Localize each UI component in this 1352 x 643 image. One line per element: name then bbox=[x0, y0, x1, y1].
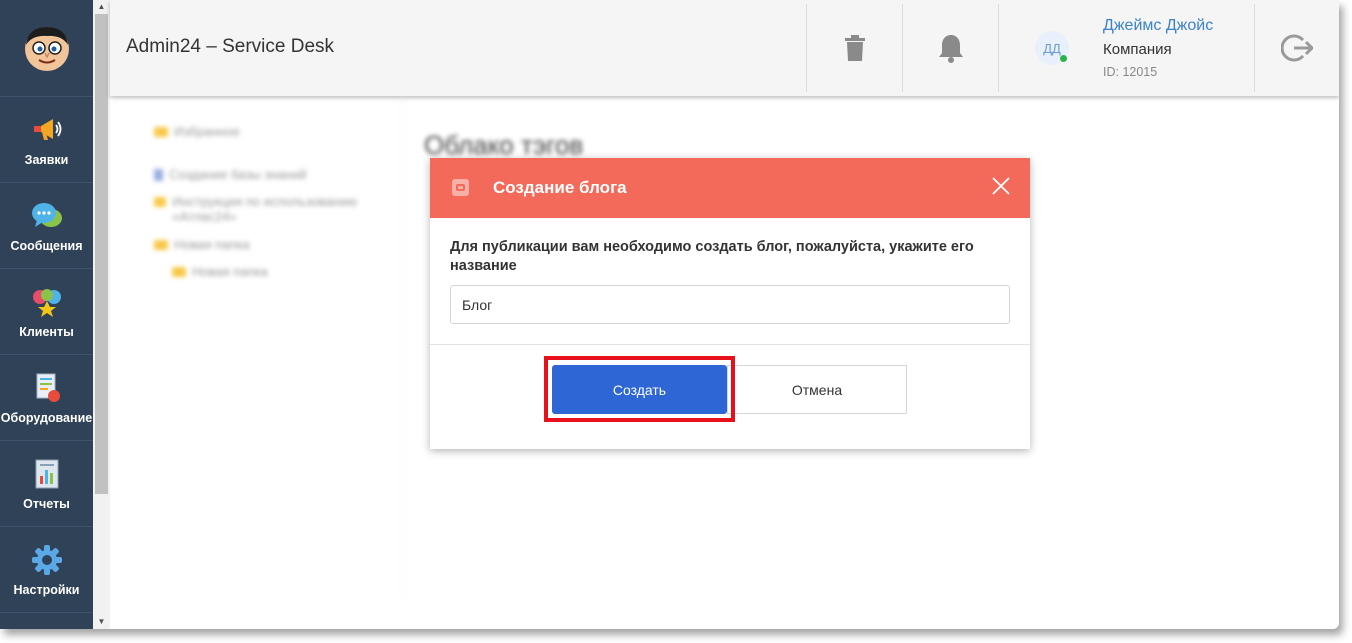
user-name-link[interactable]: Джеймс Джойс bbox=[1103, 17, 1213, 35]
tree-item-favorites[interactable]: Избранное bbox=[154, 124, 240, 139]
app-window: Заявки Сообщения Клиенты Оборудование От… bbox=[0, 0, 1339, 629]
sidebar-item-messages[interactable]: Сообщения bbox=[0, 183, 93, 269]
dialog-message: Для публикации вам необходимо создать бл… bbox=[450, 239, 974, 274]
tree-item-new-folder-sub[interactable]: Новая папка bbox=[172, 264, 268, 279]
sidebar-item-label: Сообщения bbox=[10, 238, 83, 253]
tree-item-label: Избранное bbox=[174, 124, 240, 139]
dialog-title: Создание блога bbox=[493, 178, 627, 197]
user-id: ID: 12015 bbox=[1103, 65, 1158, 79]
tree-item-label: Новая папка bbox=[192, 264, 268, 279]
user-profile[interactable]: ДД Джеймс Джойс Компания ID: 12015 bbox=[998, 4, 1255, 92]
clients-hearts-icon bbox=[30, 285, 64, 319]
folder-icon bbox=[172, 266, 186, 277]
notifications-button[interactable] bbox=[902, 4, 998, 92]
sidebar-item-reports[interactable]: Отчеты bbox=[0, 441, 93, 527]
sidebar: Заявки Сообщения Клиенты Оборудование От… bbox=[0, 0, 93, 629]
user-info: Джеймс Джойс Компания ID: 12015 bbox=[1103, 17, 1213, 79]
gear-icon bbox=[30, 543, 64, 577]
trash-icon bbox=[844, 35, 865, 61]
cancel-button[interactable]: Отмена bbox=[727, 365, 907, 414]
page-title: Admin24 – Service Desk bbox=[126, 36, 335, 57]
top-header: Admin24 – Service Desk ДД Джеймс Джойс К… bbox=[110, 0, 1339, 96]
scroll-down-arrow-icon[interactable]: ▼ bbox=[93, 615, 110, 629]
sidebar-item-settings[interactable]: Настройки bbox=[0, 527, 93, 613]
logout-icon bbox=[1281, 34, 1313, 62]
mascot-face-icon bbox=[24, 27, 69, 71]
logout-button[interactable] bbox=[1254, 4, 1339, 92]
sidebar-item-label: Клиенты bbox=[19, 324, 74, 339]
sidebar-item-label: Отчеты bbox=[23, 496, 70, 511]
tree-item-new-folder[interactable]: Новая папка bbox=[154, 237, 250, 252]
sidebar-item-label: Оборудование bbox=[0, 410, 93, 425]
folder-icon bbox=[154, 197, 167, 207]
sidebar-item-requests[interactable]: Заявки bbox=[0, 97, 93, 183]
tag-cloud-title: Облако тэгов bbox=[424, 130, 584, 160]
trash-button[interactable] bbox=[806, 4, 902, 92]
online-status-dot bbox=[1060, 55, 1067, 62]
vertical-scrollbar[interactable]: ▲ ▼ bbox=[93, 0, 110, 629]
avatar-initials: ДД bbox=[1043, 40, 1061, 56]
chat-bubbles-icon bbox=[30, 199, 64, 233]
scroll-up-arrow-icon[interactable]: ▲ bbox=[93, 0, 110, 14]
user-company: Компания bbox=[1103, 41, 1172, 58]
tree-item-label: Новая папка bbox=[174, 237, 250, 252]
close-icon[interactable] bbox=[990, 175, 1012, 197]
tree-item-kb[interactable]: Создание базы знаний bbox=[154, 167, 306, 182]
blogger-icon bbox=[452, 179, 469, 196]
bell-icon bbox=[938, 35, 963, 63]
scrollbar-thumb[interactable] bbox=[95, 14, 108, 494]
sidebar-item-clients[interactable]: Клиенты bbox=[0, 269, 93, 355]
sidebar-item-label: Заявки bbox=[24, 152, 69, 167]
equipment-list-icon bbox=[30, 371, 64, 405]
app-logo[interactable] bbox=[0, 0, 93, 97]
report-chart-icon bbox=[30, 457, 64, 491]
megaphone-icon bbox=[30, 113, 64, 147]
panel-divider bbox=[402, 96, 403, 596]
dialog-header: Создание блога bbox=[430, 158, 1030, 218]
document-icon bbox=[154, 168, 163, 181]
sidebar-item-equipment[interactable]: Оборудование bbox=[0, 355, 93, 441]
folder-icon bbox=[154, 126, 168, 137]
tree-item-label: Создание базы знаний bbox=[169, 167, 307, 182]
avatar[interactable]: ДД bbox=[1035, 31, 1069, 65]
folder-icon bbox=[154, 239, 168, 250]
sidebar-item-label: Настройки bbox=[13, 582, 80, 597]
dialog-divider bbox=[430, 344, 1030, 345]
blog-name-input[interactable] bbox=[450, 285, 1010, 324]
highlight-box bbox=[544, 356, 735, 422]
tree-item-label: Инструкция по использованию «Атлас24» bbox=[172, 194, 358, 224]
tree-item-instructions[interactable]: Инструкция по использованию «Атлас24» bbox=[154, 194, 394, 224]
